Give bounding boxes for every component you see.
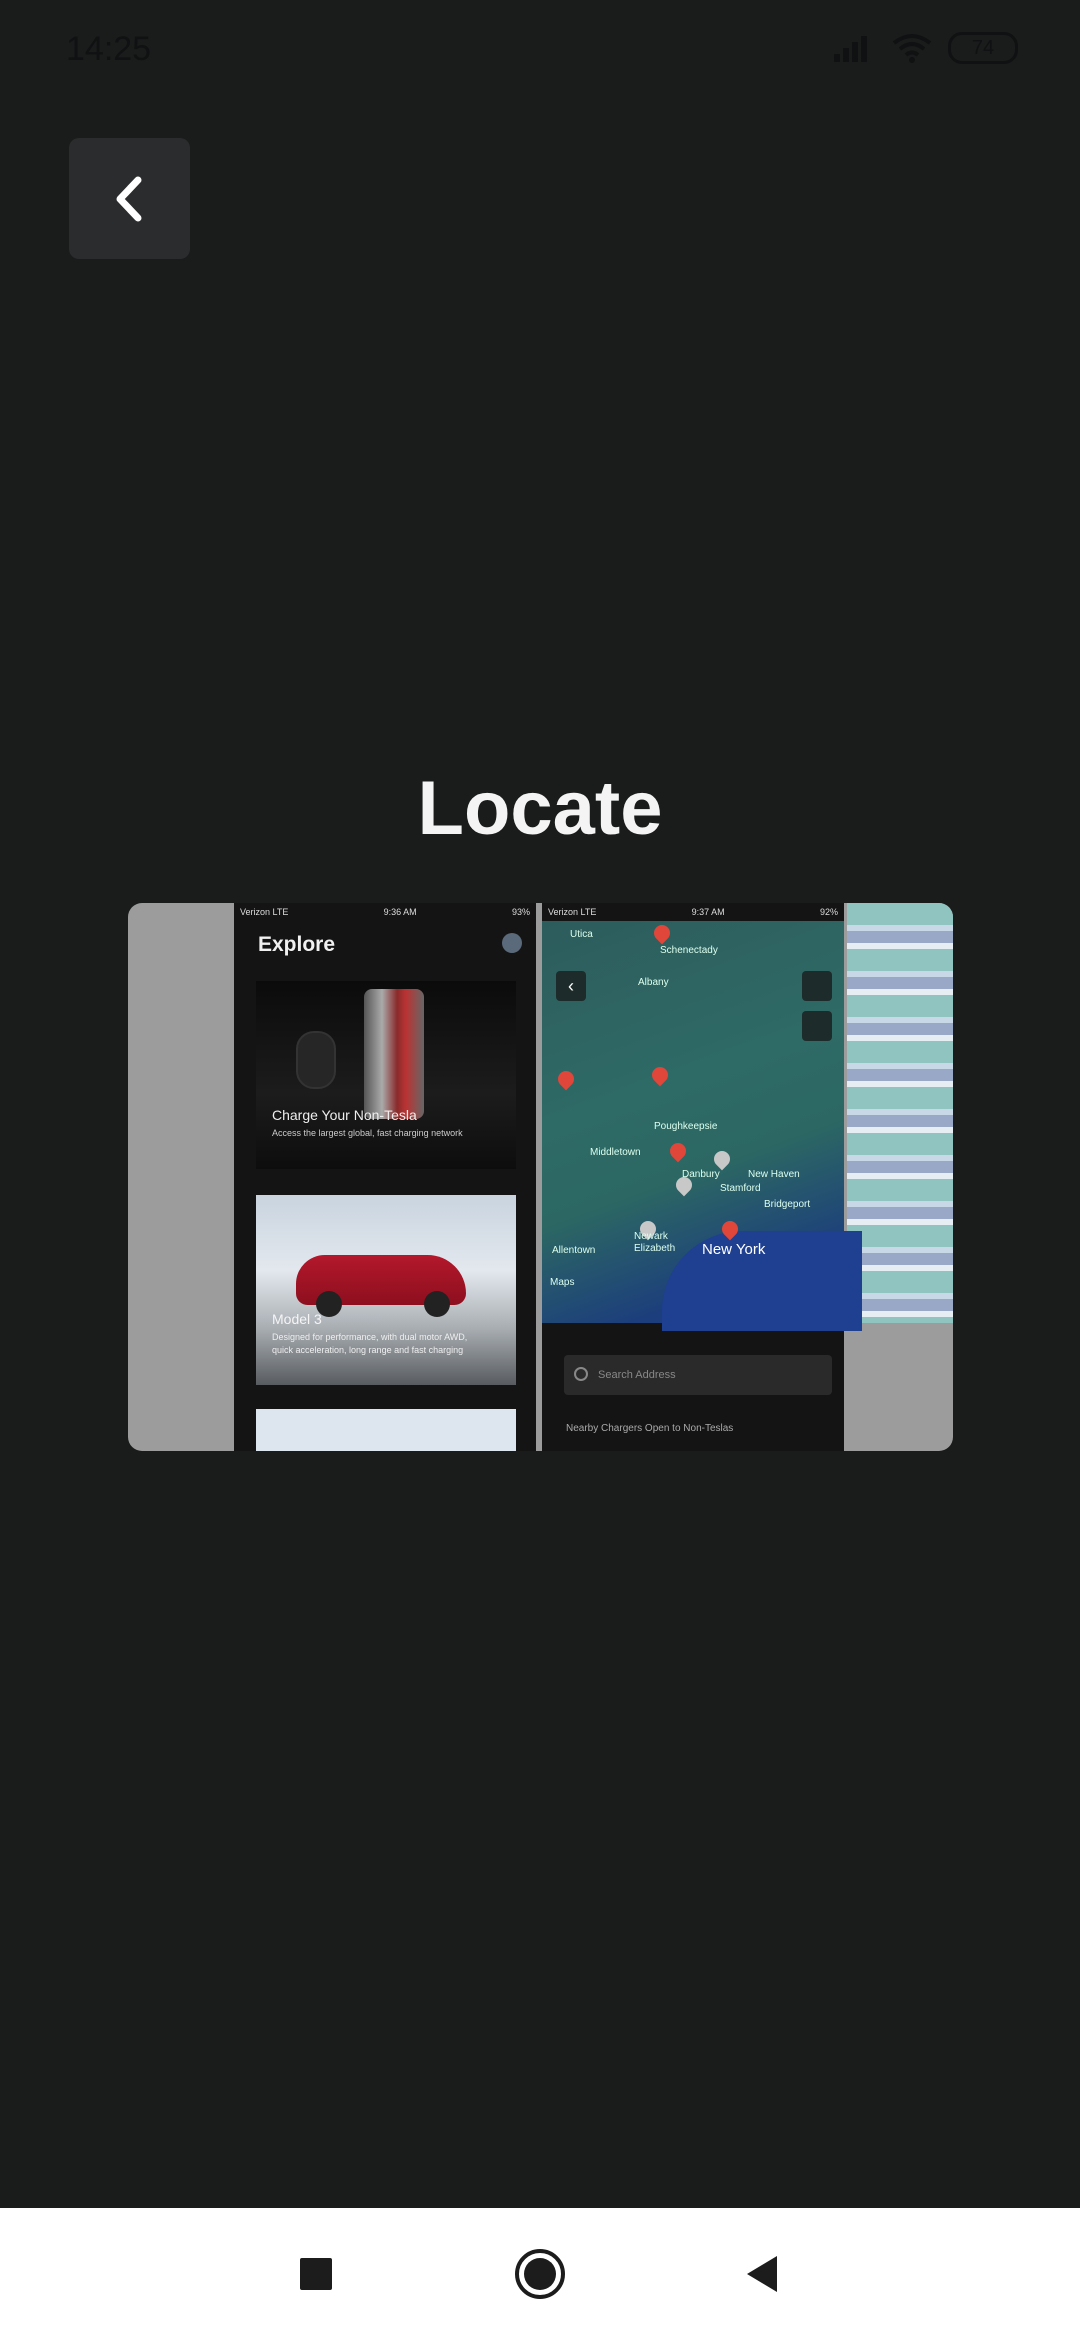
charging-plug-graphic bbox=[296, 1031, 336, 1089]
map-label: Albany bbox=[638, 977, 669, 988]
mini-time: 9:36 AM bbox=[383, 907, 417, 917]
mini-time: 9:37 AM bbox=[691, 907, 725, 917]
next-card bbox=[256, 1409, 516, 1451]
avatar bbox=[502, 933, 522, 953]
map-label: Stamford bbox=[720, 1183, 761, 1194]
battery-level: 74 bbox=[971, 36, 995, 59]
map-label: Poughkeepsie bbox=[654, 1121, 718, 1132]
model-card-subtitle: Designed for performance, with dual moto… bbox=[272, 1332, 468, 1355]
map-label: Newark bbox=[634, 1231, 668, 1242]
map-back-icon: ‹ bbox=[556, 971, 586, 1001]
map-label: Utica bbox=[570, 929, 593, 940]
supercharger-graphic bbox=[364, 989, 424, 1119]
search-address-input: Search Address bbox=[564, 1355, 832, 1395]
image-edge-strip bbox=[847, 903, 953, 1323]
back-button[interactable] bbox=[69, 138, 190, 259]
mini-status-left: Verizon LTE 9:36 AM 93% bbox=[240, 907, 530, 917]
charger-pin bbox=[648, 1063, 672, 1087]
search-icon bbox=[574, 1367, 588, 1381]
preview-image: Verizon LTE 9:36 AM 93% Explore Charge Y… bbox=[128, 903, 953, 1451]
map-label: Schenectady bbox=[660, 945, 718, 956]
recents-button[interactable] bbox=[288, 2246, 344, 2302]
search-placeholder: Search Address bbox=[598, 1369, 676, 1381]
charger-pin bbox=[666, 1139, 690, 1163]
mini-carrier: Verizon LTE bbox=[548, 907, 597, 917]
page-title: Locate bbox=[417, 766, 663, 851]
battery-icon: 74 bbox=[948, 32, 1018, 64]
wifi-icon bbox=[892, 34, 932, 63]
charger-pin-grey bbox=[710, 1147, 734, 1171]
status-bar: 14:25 74 bbox=[0, 0, 1080, 100]
system-nav-bar bbox=[0, 2208, 1080, 2340]
charger-pin bbox=[650, 921, 674, 945]
charger-pin bbox=[554, 1067, 578, 1091]
back-triangle-icon bbox=[747, 2256, 777, 2292]
map-label: Allentown bbox=[552, 1245, 596, 1256]
map-label: Bridgeport bbox=[764, 1199, 811, 1210]
charge-card-subtitle: Access the largest global, fast charging… bbox=[272, 1128, 463, 1138]
map-label: New Haven bbox=[748, 1169, 800, 1180]
nearby-chargers-label: Nearby Chargers Open to Non-Teslas bbox=[566, 1423, 734, 1434]
signal-icon bbox=[834, 36, 867, 62]
status-icons: 74 bbox=[834, 32, 1018, 64]
home-button[interactable] bbox=[512, 2246, 568, 2302]
home-circle-icon bbox=[515, 2249, 565, 2299]
map-label: Danbury bbox=[682, 1169, 720, 1180]
explore-screen: Verizon LTE 9:36 AM 93% Explore Charge Y… bbox=[234, 903, 536, 1451]
status-time: 14:25 bbox=[66, 30, 152, 68]
map-view: ‹ Utica Schenectady Albany Poughkeepsie … bbox=[542, 921, 862, 1331]
mini-battery: 93% bbox=[511, 907, 530, 917]
map-screen: Verizon LTE 9:37 AM 92% ‹ Utica Schenect… bbox=[542, 903, 862, 1451]
mini-battery: 92% bbox=[819, 907, 838, 917]
map-label: Elizabeth bbox=[634, 1243, 676, 1254]
explore-heading: Explore bbox=[258, 933, 336, 956]
mini-status-right: Verizon LTE 9:37 AM 92% bbox=[548, 907, 838, 917]
maps-attribution: Maps bbox=[550, 1277, 575, 1288]
navigation-arrow-icon bbox=[802, 971, 832, 1001]
wheel-rear bbox=[424, 1291, 450, 1317]
recents-square-icon bbox=[300, 2258, 332, 2290]
chevron-left-icon bbox=[116, 176, 141, 221]
charge-card-title: Charge Your Non-Tesla bbox=[272, 1107, 417, 1123]
mini-carrier: Verizon LTE bbox=[240, 907, 289, 917]
map-label: Middletown bbox=[590, 1147, 641, 1158]
help-icon bbox=[802, 1011, 832, 1041]
model-card: Model 3 Designed for performance, with d… bbox=[256, 1195, 516, 1385]
back-nav-button[interactable] bbox=[734, 2246, 790, 2302]
model-card-title: Model 3 bbox=[272, 1311, 322, 1327]
charge-card: Charge Your Non-Tesla Access the largest… bbox=[256, 981, 516, 1169]
map-label-city: New York bbox=[702, 1241, 766, 1258]
